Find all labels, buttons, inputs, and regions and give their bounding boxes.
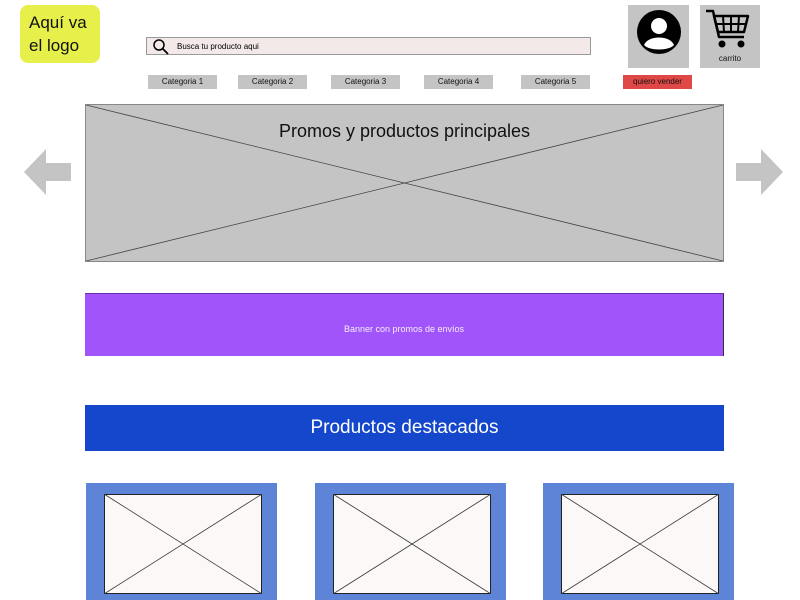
cart-label: carrito <box>718 54 742 63</box>
featured-products-header: Productos destacados <box>85 405 724 451</box>
image-placeholder-icon <box>104 494 262 594</box>
shipping-promo-banner[interactable]: Banner con promos de envíos <box>85 293 724 356</box>
category-2-button[interactable]: Categoria 2 <box>238 75 307 89</box>
category-3-button[interactable]: Categoria 3 <box>331 75 400 89</box>
hero-title: Promos y productos principales <box>278 121 531 141</box>
product-image[interactable] <box>104 494 262 594</box>
image-placeholder-icon <box>333 494 491 594</box>
product-card[interactable] <box>315 483 506 600</box>
carousel-prev-button[interactable] <box>24 148 72 196</box>
product-card[interactable] <box>543 483 734 600</box>
image-placeholder-icon <box>561 494 719 594</box>
product-image[interactable] <box>561 494 719 594</box>
account-button[interactable] <box>628 5 689 68</box>
category-1-button[interactable]: Categoria 1 <box>148 75 217 89</box>
user-icon <box>637 10 681 54</box>
cart-button[interactable]: carrito <box>700 5 760 68</box>
category-5-button[interactable]: Categoria 5 <box>521 75 590 89</box>
product-card[interactable] <box>86 483 277 600</box>
category-4-button[interactable]: Categoria 4 <box>424 75 493 89</box>
cart-icon <box>706 9 750 48</box>
sell-button[interactable]: quiero vender <box>623 75 692 89</box>
arrow-left-icon <box>24 149 71 195</box>
search-input[interactable] <box>177 39 577 53</box>
logo[interactable]: Aquí va el logo <box>20 5 100 63</box>
arrow-right-icon <box>736 149 783 195</box>
product-image[interactable] <box>333 494 491 594</box>
hero-banner[interactable]: Promos y productos principales <box>85 104 724 262</box>
carousel-next-button[interactable] <box>736 148 784 196</box>
search-bar[interactable] <box>146 37 591 55</box>
search-icon[interactable] <box>151 38 171 56</box>
